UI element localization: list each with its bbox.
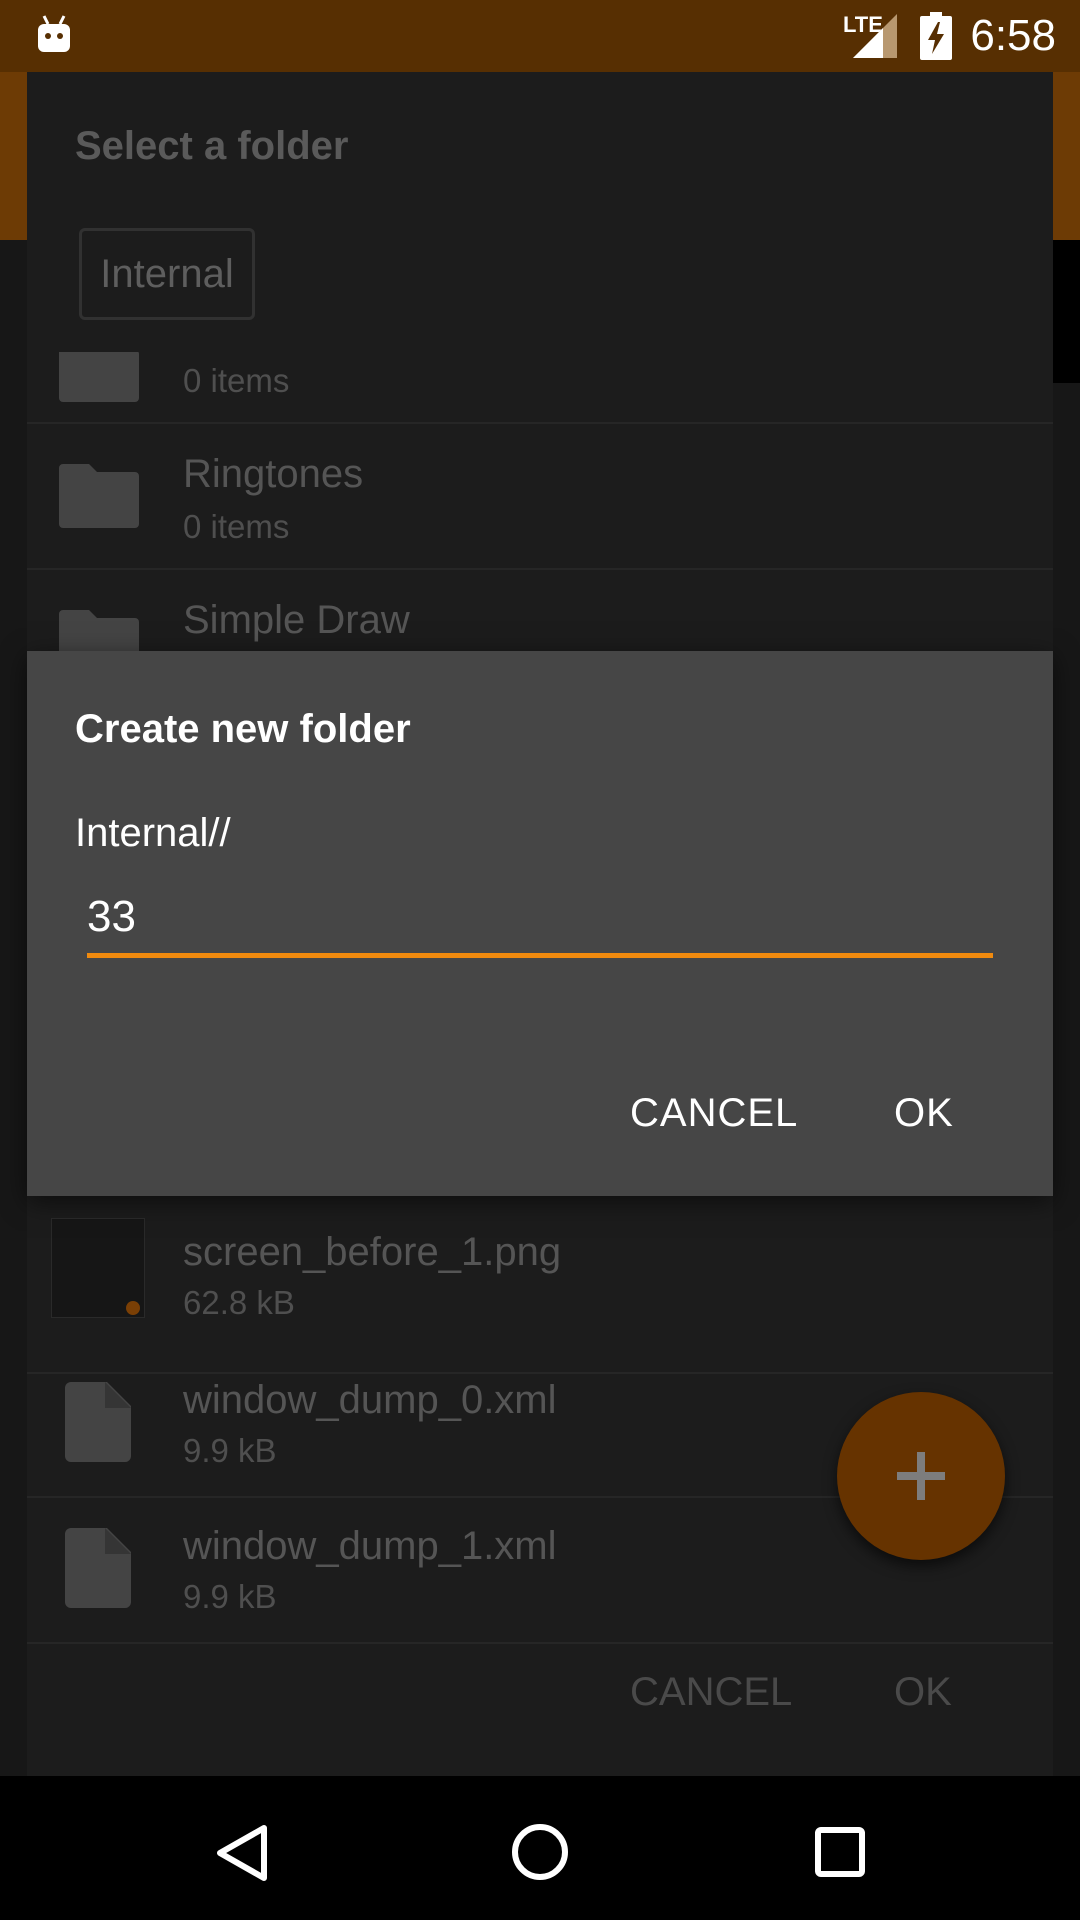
folder-icon	[59, 464, 139, 528]
item-detail: 0 items	[183, 508, 290, 545]
ok-button[interactable]: OK	[894, 1091, 954, 1136]
battery-charging-icon	[920, 12, 952, 60]
item-name: window_dump_1.xml	[183, 1524, 557, 1568]
parent-path-label: Internal//	[75, 811, 231, 855]
folder-name-input[interactable]	[87, 887, 993, 947]
file-icon	[65, 1528, 131, 1608]
back-icon[interactable]	[214, 1824, 270, 1882]
plus-icon	[897, 1452, 945, 1500]
status-time: 6:58	[970, 11, 1056, 60]
navigation-bar	[0, 1776, 1080, 1920]
dialog-title: Create new folder	[75, 707, 411, 751]
create-folder-dialog: Create new folder Internal// CANCEL OK	[27, 651, 1053, 1196]
status-bar: LTE 6:58	[0, 0, 1080, 72]
home-icon[interactable]	[510, 1822, 570, 1882]
app-background	[1053, 240, 1080, 383]
storage-chip-internal[interactable]: Internal	[79, 228, 255, 320]
cancel-button[interactable]: CANCEL	[630, 1091, 798, 1136]
item-detail: 0 items	[183, 362, 290, 399]
picker-title: Select a folder	[75, 124, 349, 168]
item-detail: 9.9 kB	[183, 1432, 277, 1469]
item-detail: 62.8 kB	[183, 1284, 295, 1321]
item-name: Simple Draw	[183, 598, 410, 642]
list-item[interactable]: 0 items	[27, 352, 1053, 424]
file-icon	[65, 1382, 131, 1462]
item-detail: 9.9 kB	[183, 1578, 277, 1615]
item-name: window_dump_0.xml	[183, 1378, 557, 1422]
image-thumbnail	[51, 1218, 145, 1318]
item-name: Ringtones	[183, 452, 364, 496]
list-item[interactable]: Ringtones 0 items	[27, 424, 1053, 570]
picker-cancel-button[interactable]: CANCEL	[630, 1670, 792, 1715]
input-underline	[87, 953, 993, 958]
recents-icon[interactable]	[814, 1826, 866, 1878]
picker-ok-button[interactable]: OK	[894, 1670, 952, 1715]
lte-signal-icon	[853, 14, 897, 58]
add-fab-button[interactable]	[837, 1392, 1005, 1560]
android-debug-icon	[38, 15, 70, 52]
folder-icon	[59, 352, 139, 402]
item-name: screen_before_1.png	[183, 1230, 562, 1274]
